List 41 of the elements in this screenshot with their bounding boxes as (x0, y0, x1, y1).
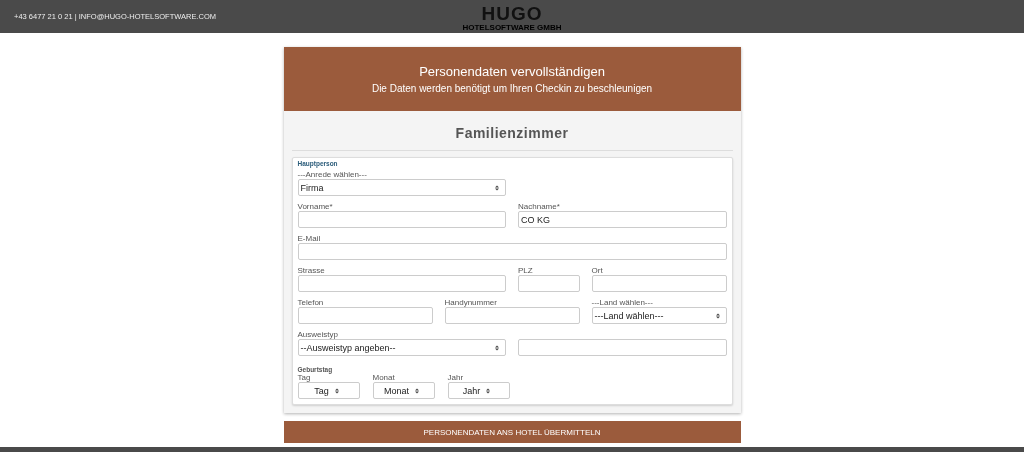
input-field[interactable] (444, 307, 580, 324)
room-title: Familienzimmer (455, 125, 569, 141)
input-field[interactable]: CO KG (518, 211, 727, 228)
select-arrows-icon (715, 312, 720, 319)
field-label: Telefon (297, 298, 325, 307)
input-field[interactable] (297, 275, 506, 292)
field-label: Jahr (447, 373, 465, 382)
input-field[interactable] (297, 243, 727, 260)
input-field[interactable] (518, 275, 580, 292)
select-field[interactable]: Firma (297, 179, 506, 196)
field-label: PLZ (518, 266, 534, 275)
select-arrows-icon (495, 344, 499, 351)
logo: HUGO (481, 3, 543, 23)
field-label: Ausweistyp (297, 330, 339, 339)
field-label: Handynummer (444, 298, 498, 307)
banner-title: Personendaten vervollständigen (419, 64, 605, 79)
field-label: Vorname* (297, 202, 334, 211)
select-arrows-icon (486, 387, 491, 394)
field-label: Nachname* (518, 202, 561, 211)
field-label: Ort (591, 266, 604, 275)
select-arrows-icon (415, 387, 419, 394)
select-field[interactable]: Jahr (447, 382, 510, 399)
select-field[interactable]: --Ausweistyp angeben-- (297, 339, 506, 356)
field-label: Tag (297, 373, 311, 382)
input-field[interactable] (591, 275, 727, 292)
submit-button[interactable]: PERSONENDATEN ANS HOTEL ÜBERMITTELN (283, 421, 741, 443)
select-field[interactable]: Tag (297, 382, 360, 399)
input-field[interactable] (518, 339, 727, 356)
select-field[interactable]: Monat (372, 382, 435, 399)
banner-subtitle: Die Daten werden benötigt um Ihren Checkin zu beschleunigen (371, 83, 653, 94)
input-field[interactable] (297, 307, 433, 324)
field-label: ---Anrede wählen--- (297, 170, 368, 179)
field-label: E-Mail (297, 234, 322, 243)
field-label: ---Land wählen--- (591, 298, 654, 307)
select-arrows-icon (334, 387, 339, 394)
field-label: Strasse (297, 266, 326, 275)
select-field[interactable]: ---Land wählen--- (591, 307, 727, 324)
field-label: Monat (372, 373, 396, 382)
select-arrows-icon (495, 184, 499, 191)
logo-subtitle: HOTELSOFTWARE GMBH (462, 22, 562, 32)
input-field[interactable] (297, 211, 506, 228)
